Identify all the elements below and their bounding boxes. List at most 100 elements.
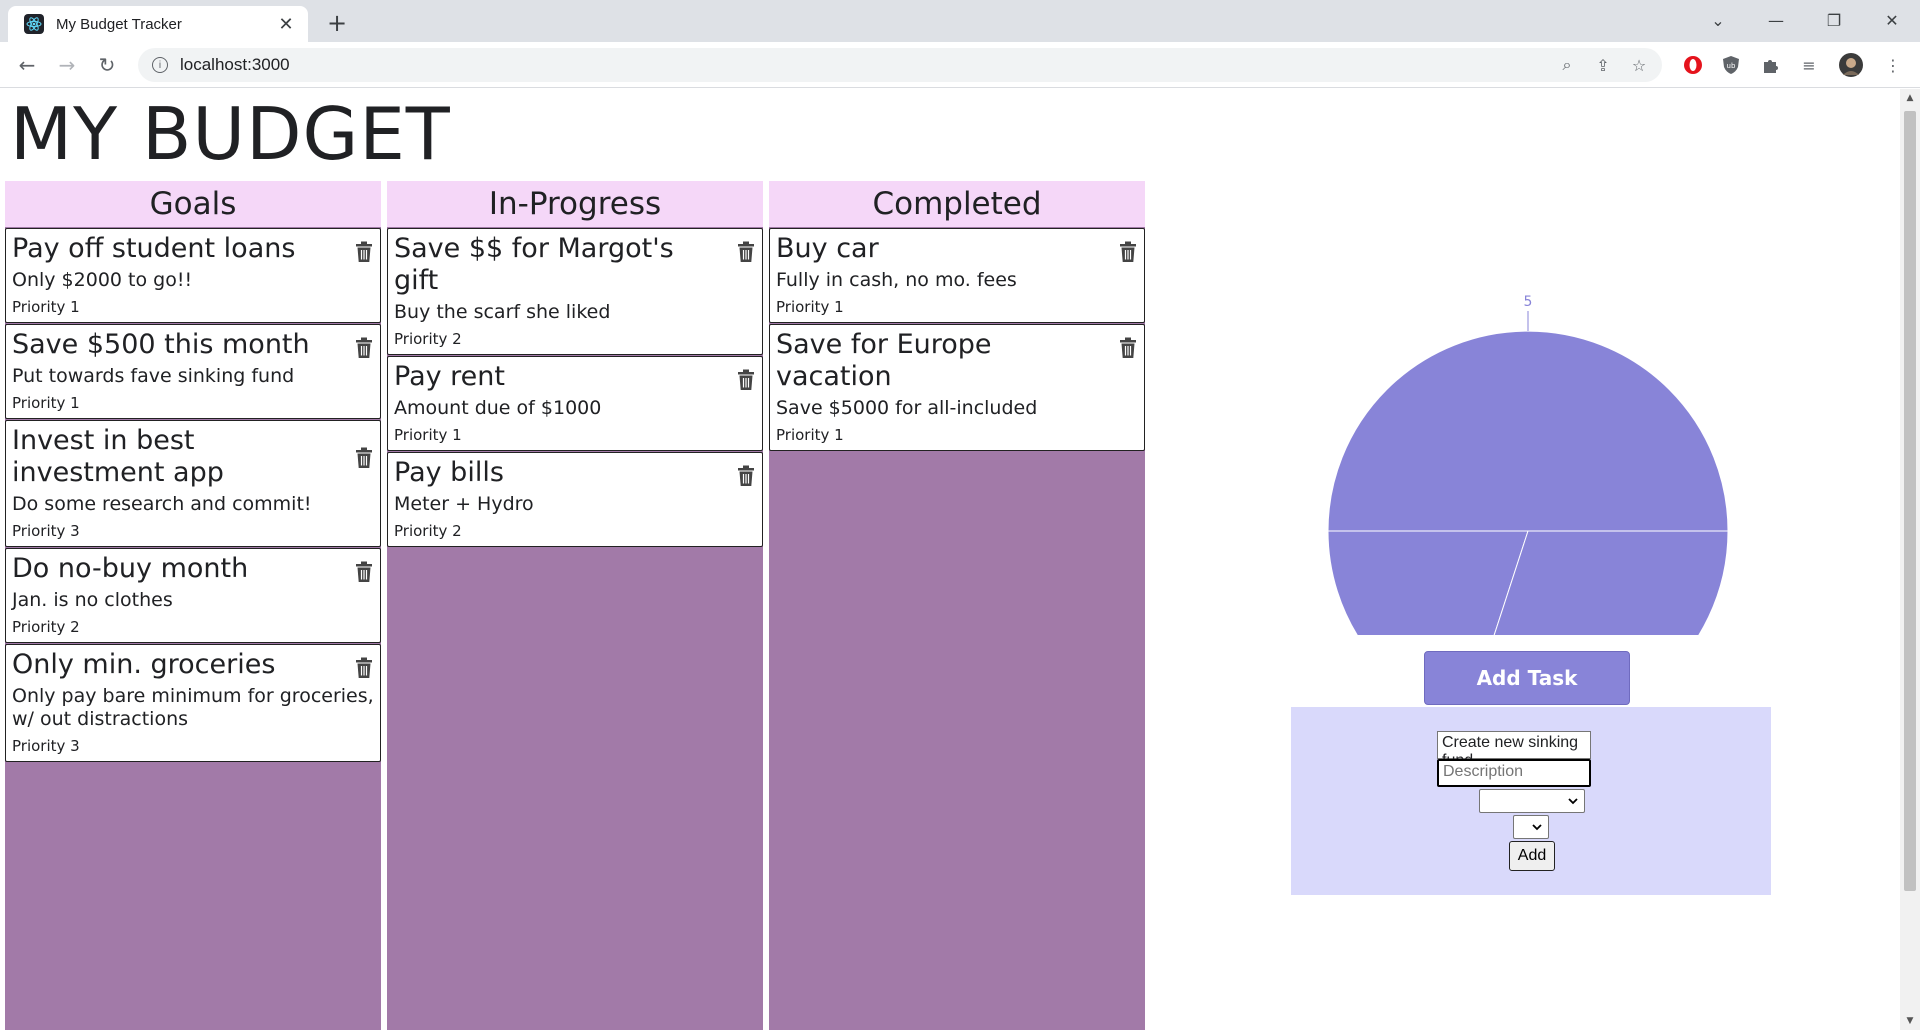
trash-icon[interactable] <box>354 561 374 583</box>
card-priority: Priority 1 <box>394 426 462 444</box>
pie-chart-svg: 523 <box>1327 294 1729 732</box>
task-card[interactable]: Pay off student loans Only $2000 to go!!… <box>5 228 381 323</box>
browser-toolbar: ← → ↻ i localhost:3000 ⌕ ⇪ ☆ ub ≡ ⋮ <box>0 42 1920 88</box>
column-header: In-Progress <box>387 181 763 227</box>
new-tab-icon[interactable]: + <box>322 8 352 38</box>
minimize-icon[interactable]: — <box>1748 0 1804 40</box>
trash-icon[interactable] <box>354 241 374 263</box>
ublock-extension-icon[interactable]: ub <box>1718 52 1744 78</box>
goals-column: Goals Pay off student loans Only $2000 t… <box>5 181 381 1030</box>
zoom-icon[interactable]: ⌕ <box>1554 52 1580 78</box>
site-info-icon[interactable]: i <box>152 57 168 73</box>
column-header: Goals <box>5 181 381 227</box>
task-card[interactable]: Do no-buy month Jan. is no clothes Prior… <box>5 548 381 643</box>
column-select[interactable] <box>1479 789 1585 813</box>
trash-icon[interactable] <box>1118 337 1138 359</box>
page-scrollbar[interactable]: ▲ ▼ <box>1900 89 1920 1030</box>
card-title: Pay bills <box>394 457 504 488</box>
pie-value-label: 5 <box>1524 294 1533 310</box>
trash-icon[interactable] <box>354 337 374 359</box>
task-name-input[interactable]: Create new sinking fund <box>1437 731 1591 769</box>
opera-extension-icon[interactable] <box>1680 52 1706 78</box>
pie-slice[interactable] <box>1327 330 1729 532</box>
card-title: Do no-buy month <box>12 553 249 584</box>
scroll-up-icon[interactable]: ▲ <box>1905 93 1915 103</box>
card-title: Save $$ for Margot's gift <box>394 233 674 296</box>
card-description: Fully in cash, no mo. fees <box>776 269 1017 291</box>
scroll-down-icon[interactable]: ▼ <box>1905 1016 1915 1026</box>
chevron-down-icon <box>1568 797 1578 804</box>
add-submit-button[interactable]: Add <box>1509 841 1555 871</box>
forward-icon[interactable]: → <box>52 50 82 80</box>
card-priority: Priority 2 <box>12 618 80 636</box>
priority-pie-chart: 523 <box>1300 195 1760 732</box>
tab-title: My Budget Tracker <box>56 15 182 33</box>
priority-select[interactable] <box>1513 815 1549 839</box>
task-card[interactable]: Pay rent Amount due of $1000 Priority 1 <box>387 356 763 451</box>
card-title: Save $500 this month <box>12 329 310 360</box>
bookmark-star-icon[interactable]: ☆ <box>1626 52 1652 78</box>
extensions-puzzle-icon[interactable] <box>1758 52 1784 78</box>
card-priority: Priority 1 <box>12 394 80 412</box>
share-icon[interactable]: ⇪ <box>1590 52 1616 78</box>
card-description: Put towards fave sinking fund <box>12 365 295 387</box>
add-task-button[interactable]: Add Task <box>1424 651 1630 705</box>
card-priority: Priority 2 <box>394 522 462 540</box>
card-title: Buy car <box>776 233 879 264</box>
browser-tab-bar: My Budget Tracker ✕ + ⌄ — ❐ ✕ <box>0 0 1920 42</box>
pie-slice[interactable] <box>1327 530 1529 722</box>
trash-icon[interactable] <box>736 241 756 263</box>
completed-column: Completed Buy car Fully in cash, no mo. … <box>769 181 1145 1030</box>
reading-list-icon[interactable]: ≡ <box>1796 52 1822 78</box>
svg-text:ub: ub <box>1727 62 1736 70</box>
address-bar[interactable]: i localhost:3000 ⌕ ⇪ ☆ <box>138 48 1662 82</box>
card-priority: Priority 3 <box>12 522 80 540</box>
scroll-thumb[interactable] <box>1904 111 1916 891</box>
task-card[interactable]: Buy car Fully in cash, no mo. fees Prior… <box>769 228 1145 323</box>
react-icon <box>24 14 44 34</box>
browser-tab[interactable]: My Budget Tracker ✕ <box>8 6 308 42</box>
task-description-input[interactable]: Description <box>1437 759 1591 787</box>
task-card[interactable]: Save $$ for Margot's gift Buy the scarf … <box>387 228 763 355</box>
card-title: Pay rent <box>394 361 505 392</box>
task-card[interactable]: Invest in best investment app Do some re… <box>5 420 381 547</box>
card-title: Only min. groceries <box>12 649 276 680</box>
back-icon[interactable]: ← <box>12 50 42 80</box>
add-task-form: Create new sinking fund Description Add <box>1291 707 1771 895</box>
url-text[interactable]: localhost:3000 <box>180 55 290 75</box>
card-priority: Priority 3 <box>12 737 80 755</box>
trash-icon[interactable] <box>1118 241 1138 263</box>
card-description: Meter + Hydro <box>394 493 534 515</box>
card-description: Only pay bare minimum for groceries, w/ … <box>12 685 374 730</box>
page-title: MY BUDGET <box>10 92 451 176</box>
browser-menu-icon[interactable]: ⋮ <box>1880 52 1906 78</box>
card-description: Save $5000 for all-included <box>776 397 1038 419</box>
trash-icon[interactable] <box>736 369 756 391</box>
reload-icon[interactable]: ↻ <box>92 50 122 80</box>
close-tab-icon[interactable]: ✕ <box>274 12 298 36</box>
card-title: Pay off student loans <box>12 233 296 264</box>
card-title: Invest in best investment app <box>12 425 224 488</box>
trash-icon[interactable] <box>354 657 374 679</box>
task-card[interactable]: Save $500 this month Put towards fave si… <box>5 324 381 419</box>
card-description: Only $2000 to go!! <box>12 269 193 291</box>
restore-icon[interactable]: ❐ <box>1806 0 1862 40</box>
card-description: Jan. is no clothes <box>12 589 173 611</box>
task-card[interactable]: Only min. groceries Only pay bare minimu… <box>5 644 381 762</box>
trash-icon[interactable] <box>354 447 374 469</box>
column-header: Completed <box>769 181 1145 227</box>
task-card[interactable]: Save for Europe vacation Save $5000 for … <box>769 324 1145 451</box>
close-window-icon[interactable]: ✕ <box>1864 0 1920 40</box>
in-progress-column: In-Progress Save $$ for Margot's gift Bu… <box>387 181 763 1030</box>
profile-avatar[interactable] <box>1838 52 1864 78</box>
card-priority: Priority 2 <box>394 330 462 348</box>
trash-icon[interactable] <box>736 465 756 487</box>
card-description: Do some research and commit! <box>12 493 312 515</box>
card-description: Amount due of $1000 <box>394 397 602 419</box>
task-card[interactable]: Pay bills Meter + Hydro Priority 2 <box>387 452 763 547</box>
card-description: Buy the scarf she liked <box>394 301 611 323</box>
tab-search-icon[interactable]: ⌄ <box>1690 0 1746 40</box>
chevron-down-icon <box>1532 823 1542 830</box>
card-priority: Priority 1 <box>776 426 844 444</box>
card-priority: Priority 1 <box>12 298 80 316</box>
